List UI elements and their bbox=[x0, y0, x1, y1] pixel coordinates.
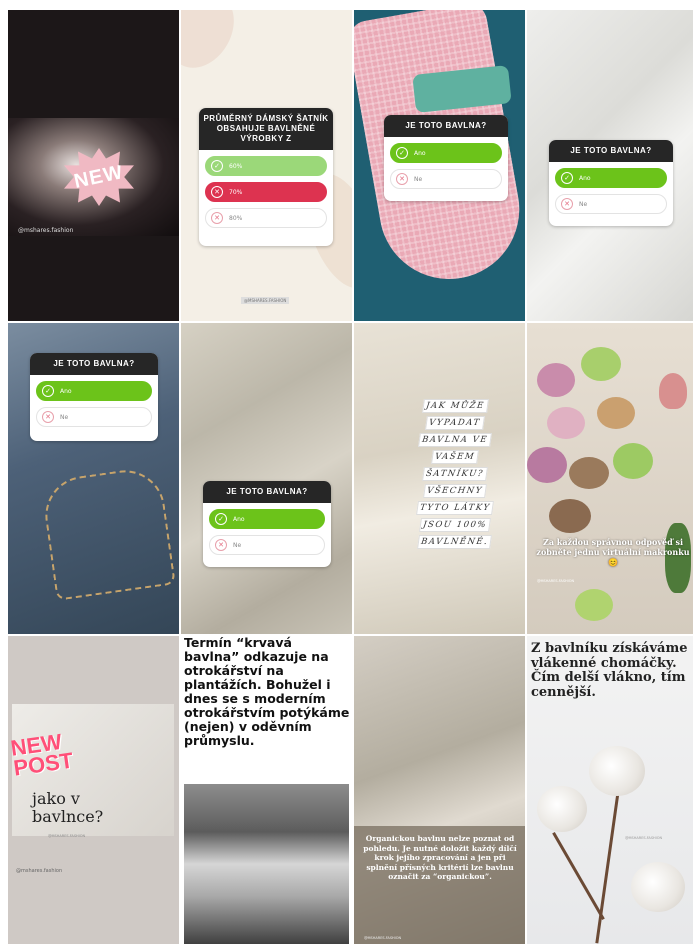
poll-option-yes[interactable]: ✓ Ano bbox=[209, 509, 325, 529]
new-post-label: NEW POST bbox=[9, 728, 75, 781]
macaron bbox=[547, 407, 585, 439]
cotton-boll bbox=[537, 786, 587, 832]
close-icon: ✕ bbox=[211, 212, 223, 224]
new-badge-label: NEW bbox=[72, 160, 126, 193]
poll-question: JE TOTO BAVLNA? bbox=[30, 353, 158, 375]
story-tile-new-post[interactable]: NEW POST jako v bavlnce? @MSHARES.FASHIO… bbox=[8, 636, 179, 944]
cotton-stem bbox=[595, 776, 622, 944]
historic-cotton-field-photo bbox=[184, 784, 349, 944]
decor-leaf bbox=[181, 10, 247, 80]
option-label: 60% bbox=[229, 162, 243, 170]
macaron bbox=[549, 499, 591, 533]
tile-footer-credit: @MSHARES.FASHION bbox=[537, 579, 575, 583]
story-tile-new[interactable]: NEW @mshares.fashion bbox=[8, 10, 179, 321]
macaron bbox=[581, 347, 621, 381]
tile-footer-credit: @MSHARES.FASHION bbox=[625, 836, 663, 840]
blood-cotton-text: Termín “krvavá bavlna” odkazuje na otrok… bbox=[184, 636, 350, 748]
word-label: VŠECHNY bbox=[423, 484, 487, 498]
option-label: Ano bbox=[414, 149, 426, 157]
check-icon: ✓ bbox=[215, 513, 227, 525]
organic-cotton-text: Organickou bavlnu nelze poznat od pohled… bbox=[363, 834, 517, 881]
poll-sticker: JE TOTO BAVLNA? ✓ Ano ✕ Ne bbox=[384, 115, 508, 201]
poll-option-yes[interactable]: ✓ Ano bbox=[390, 143, 502, 163]
check-icon: ✓ bbox=[396, 147, 408, 159]
option-label: Ne bbox=[414, 175, 423, 183]
macaron bbox=[613, 443, 653, 479]
tulip bbox=[659, 373, 687, 409]
account-handle: @mshares.fashion bbox=[18, 227, 74, 234]
close-icon: ✕ bbox=[42, 411, 54, 423]
jeans-pocket-seam bbox=[40, 465, 176, 601]
cotton-fiber-text: Z bavlníku získáváme vlákenné chomáčky. … bbox=[531, 641, 688, 700]
account-handle: @mshares.fashion bbox=[16, 868, 63, 874]
quiz-option-correct[interactable]: ✓ 60% bbox=[205, 156, 327, 176]
cotton-boll bbox=[589, 746, 645, 796]
check-icon: ✓ bbox=[561, 172, 573, 184]
option-label: Ne bbox=[579, 200, 588, 208]
close-icon: ✕ bbox=[215, 539, 227, 551]
close-icon: ✕ bbox=[211, 186, 223, 198]
word-label: JAK MŮŽE bbox=[421, 399, 489, 413]
word-label: BAVLNĚNÉ. bbox=[417, 535, 493, 549]
quiz-question: PRŮMĚRNÝ DÁMSKÝ ŠATNÍK OBSAHUJE BAVLNĚNÉ… bbox=[199, 108, 333, 150]
close-icon: ✕ bbox=[561, 198, 573, 210]
cotton-boll bbox=[631, 862, 685, 912]
macaron bbox=[527, 447, 567, 483]
option-label: Ano bbox=[579, 174, 591, 182]
poll-sticker: JE TOTO BAVLNA? ✓ Ano ✕ Ne bbox=[203, 481, 331, 567]
check-icon: ✓ bbox=[211, 160, 223, 172]
macaron bbox=[597, 397, 635, 429]
word-label: VAŠEM bbox=[431, 450, 479, 464]
option-label: Ne bbox=[233, 541, 242, 549]
story-tile-poll-white-fabric[interactable]: JE TOTO BAVLNA? ✓ Ano ✕ Ne bbox=[527, 10, 693, 321]
tile-footer-credit: @MSHARES.FASHION bbox=[48, 834, 86, 838]
option-label: Ne bbox=[60, 413, 69, 421]
poll-question: JE TOTO BAVLNA? bbox=[549, 140, 673, 162]
word-label: BAVLNA VE bbox=[418, 433, 492, 447]
macaron bbox=[569, 457, 609, 489]
word-label: TYTO LÁTKY bbox=[415, 501, 495, 515]
story-tile-cotton-plant[interactable]: Z bavlníku získáváme vlákenné chomáčky. … bbox=[527, 636, 693, 944]
poll-sticker: JE TOTO BAVLNA? ✓ Ano ✕ Ne bbox=[549, 140, 673, 226]
macaron bbox=[537, 363, 575, 397]
poll-question: JE TOTO BAVLNA? bbox=[203, 481, 331, 503]
story-tile-poll-linen[interactable]: JE TOTO BAVLNA? ✓ Ano ✕ Ne bbox=[181, 323, 352, 634]
story-tile-quiz[interactable]: PRŮMĚRNÝ DÁMSKÝ ŠATNÍK OBSAHUJE BAVLNĚNÉ… bbox=[181, 10, 352, 321]
option-label: Ano bbox=[233, 515, 245, 523]
poll-option-no[interactable]: ✕ Ne bbox=[555, 194, 667, 214]
story-tile-blood-cotton[interactable]: Termín “krvavá bavlna” odkazuje na otrok… bbox=[181, 636, 352, 944]
macaron bbox=[575, 589, 613, 621]
word-label: VYPADAT bbox=[425, 416, 485, 430]
story-tile-poll-mitt[interactable]: JE TOTO BAVLNA? ✓ Ano ✕ Ne bbox=[354, 10, 525, 321]
poll-option-no[interactable]: ✕ Ne bbox=[209, 535, 325, 555]
option-label: 80% bbox=[229, 214, 243, 222]
close-icon: ✕ bbox=[396, 173, 408, 185]
quiz-option[interactable]: ✕ 80% bbox=[205, 208, 327, 228]
poll-option-yes[interactable]: ✓ Ano bbox=[555, 168, 667, 188]
tile-footer-credit: @MSHARES.FASHION bbox=[241, 297, 290, 304]
story-tile-organic-cotton[interactable]: Organickou bavlnu nelze poznat od pohled… bbox=[354, 636, 525, 944]
story-highlights-grid: NEW @mshares.fashion PRŮMĚRNÝ DÁMSKÝ ŠAT… bbox=[8, 10, 693, 944]
word-label: JSOU 100% bbox=[419, 518, 491, 532]
poll-question: JE TOTO BAVLNA? bbox=[384, 115, 508, 137]
tile-footer-credit: @MSHARES.FASHION bbox=[364, 936, 402, 940]
story-tile-poll-denim[interactable]: JE TOTO BAVLNA? ✓ Ano ✕ Ne bbox=[8, 323, 179, 634]
question-word-stack: JAK MŮŽE VYPADAT BAVLNA VE VAŠEM ŠATNÍKU… bbox=[400, 399, 510, 552]
macaron-caption: Za každou správnou odpověď si zobněte je… bbox=[536, 537, 690, 567]
quiz-option-wrong[interactable]: ✕ 70% bbox=[205, 182, 327, 202]
cotton-stem bbox=[552, 831, 605, 921]
poll-option-yes[interactable]: ✓ Ano bbox=[36, 381, 152, 401]
poll-sticker: JE TOTO BAVLNA? ✓ Ano ✕ Ne bbox=[30, 353, 158, 441]
story-tile-macarons[interactable]: Za každou správnou odpověď si zobněte je… bbox=[527, 323, 693, 634]
story-tile-text-fabric[interactable]: JAK MŮŽE VYPADAT BAVLNA VE VAŠEM ŠATNÍKU… bbox=[354, 323, 525, 634]
post-title: jako v bavlnce? bbox=[32, 789, 104, 826]
option-label: 70% bbox=[229, 188, 243, 196]
poll-option-no[interactable]: ✕ Ne bbox=[36, 407, 152, 427]
check-icon: ✓ bbox=[42, 385, 54, 397]
poll-option-no[interactable]: ✕ Ne bbox=[390, 169, 502, 189]
quiz-sticker: PRŮMĚRNÝ DÁMSKÝ ŠATNÍK OBSAHUJE BAVLNĚNÉ… bbox=[199, 108, 333, 246]
option-label: Ano bbox=[60, 387, 72, 395]
word-label: ŠATNÍKU? bbox=[422, 467, 488, 481]
